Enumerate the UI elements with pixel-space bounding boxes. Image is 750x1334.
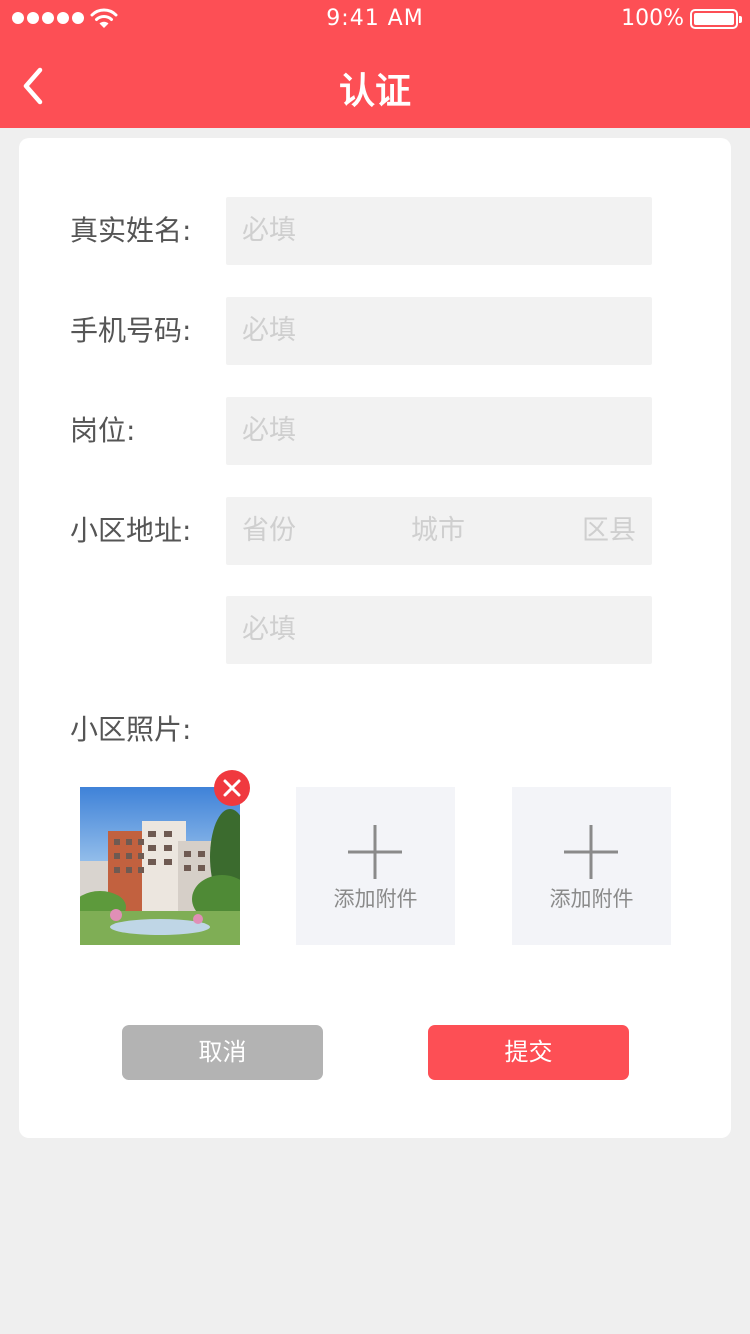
app-header: 9:41 AM 100% 认证 (0, 0, 750, 128)
plus-icon (348, 825, 402, 879)
address-label: 小区地址: (70, 514, 192, 547)
phone-label: 手机号码: (70, 314, 192, 347)
status-bar: 9:41 AM 100% (0, 0, 750, 40)
address-detail-field[interactable]: 必填 (226, 596, 652, 664)
cancel-button[interactable]: 取消 (122, 1025, 323, 1080)
name-label: 真实姓名: (70, 214, 192, 247)
add-attachment-label: 添加附件 (333, 887, 418, 911)
community-photo[interactable] (80, 787, 240, 945)
add-attachment-button-2[interactable]: 添加附件 (512, 787, 671, 945)
phone-field[interactable]: 必填 (226, 297, 652, 365)
city-select[interactable]: 城市 (411, 497, 465, 565)
name-field[interactable]: 必填 (226, 197, 652, 265)
certification-form-card: 真实姓名: 必填 手机号码: 必填 岗位: 必填 小区地址: 省份 城市 区县 … (19, 138, 731, 1138)
add-attachment-label: 添加附件 (549, 887, 634, 911)
page-title: 认证 (338, 71, 411, 112)
photos-label: 小区照片: (70, 713, 192, 746)
county-select[interactable]: 区县 (582, 497, 636, 565)
address-region-picker[interactable]: 省份 城市 区县 (226, 497, 652, 565)
position-field[interactable]: 必填 (226, 397, 652, 465)
battery-percent: 100% (621, 6, 684, 31)
community-photo-image (80, 787, 240, 945)
close-icon (223, 779, 241, 797)
province-select[interactable]: 省份 (242, 497, 296, 565)
submit-button[interactable]: 提交 (428, 1025, 629, 1080)
plus-icon (564, 825, 618, 879)
add-attachment-button-1[interactable]: 添加附件 (296, 787, 455, 945)
remove-photo-button[interactable] (214, 770, 250, 806)
battery-icon (690, 9, 742, 29)
position-label: 岗位: (70, 414, 136, 447)
